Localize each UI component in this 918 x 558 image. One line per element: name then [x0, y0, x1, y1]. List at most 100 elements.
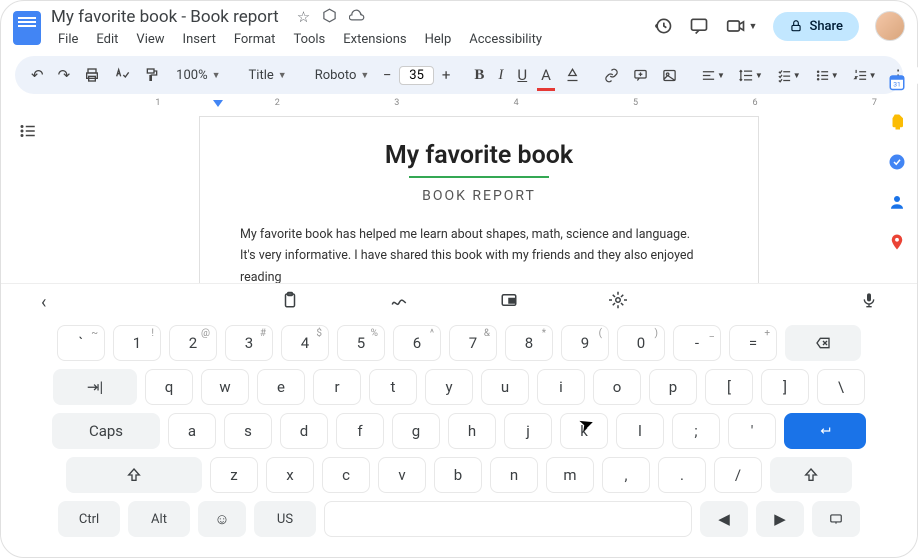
key-\[interactable]: \ [817, 369, 865, 405]
contacts-icon[interactable] [888, 193, 906, 211]
star-icon[interactable]: ☆ [297, 8, 310, 27]
italic-button[interactable]: I [492, 62, 509, 89]
zoom-dropdown[interactable]: 100%▼ [168, 64, 228, 87]
comment-button[interactable] [627, 63, 654, 88]
move-icon[interactable] [322, 8, 337, 27]
key-j[interactable]: j [504, 413, 552, 449]
key-shift-left[interactable] [66, 457, 202, 493]
key-backspace[interactable] [785, 325, 861, 361]
key-right[interactable]: ▶ [756, 501, 804, 537]
key-q[interactable]: q [145, 369, 193, 405]
kb-back-icon[interactable]: ‹ [41, 292, 46, 313]
key-6[interactable]: 6^ [393, 325, 441, 361]
key-1[interactable]: 1! [113, 325, 161, 361]
kb-settings-icon[interactable] [609, 291, 627, 314]
key-;[interactable]: ; [672, 413, 720, 449]
avatar[interactable] [875, 11, 905, 41]
key-][interactable]: ] [761, 369, 809, 405]
key-=[interactable]: =+ [729, 325, 777, 361]
key-o[interactable]: o [593, 369, 641, 405]
line-spacing-button[interactable]: ▼ [733, 63, 769, 88]
key-`[interactable]: `~ [57, 325, 105, 361]
style-dropdown[interactable]: Title▼ [241, 64, 295, 87]
key-a[interactable]: a [168, 413, 216, 449]
key-d[interactable]: d [280, 413, 328, 449]
meet-icon[interactable]: ▼ [725, 16, 758, 36]
key-u[interactable]: u [481, 369, 529, 405]
document-page[interactable]: My favorite book BOOK REPORT My favorite… [199, 116, 759, 286]
key-z[interactable]: z [210, 457, 258, 493]
menu-file[interactable]: File [51, 29, 85, 50]
key-s[interactable]: s [224, 413, 272, 449]
kb-clipboard-icon[interactable] [281, 291, 299, 314]
tasks-icon[interactable] [888, 153, 906, 171]
key-0[interactable]: 0) [617, 325, 665, 361]
link-button[interactable] [598, 63, 625, 88]
bulleted-list-button[interactable]: ▼ [809, 63, 845, 88]
bold-button[interactable]: B [468, 62, 490, 89]
history-icon[interactable] [653, 16, 673, 36]
key-p[interactable]: p [649, 369, 697, 405]
image-button[interactable] [656, 63, 683, 88]
key-ctrl[interactable]: Ctrl [58, 501, 120, 537]
cloud-status-icon[interactable] [349, 8, 366, 27]
redo-button[interactable]: ↷ [52, 61, 77, 89]
key-e[interactable]: e [257, 369, 305, 405]
maps-icon[interactable] [888, 233, 906, 251]
menu-insert[interactable]: Insert [176, 29, 223, 50]
checklist-button[interactable]: ▼ [771, 63, 807, 88]
undo-button[interactable]: ↶ [25, 61, 50, 89]
key-left[interactable]: ◀ [700, 501, 748, 537]
key-lang[interactable]: US [254, 501, 316, 537]
key-,[interactable]: , [602, 457, 650, 493]
document-title[interactable]: My favorite book - Book report [51, 7, 279, 27]
key-/[interactable]: / [714, 457, 762, 493]
menu-edit[interactable]: Edit [89, 29, 125, 50]
key-i[interactable]: i [537, 369, 585, 405]
key-r[interactable]: r [313, 369, 361, 405]
docs-logo-icon[interactable] [13, 11, 41, 45]
key-x[interactable]: x [266, 457, 314, 493]
key-t[interactable]: t [369, 369, 417, 405]
key-n[interactable]: n [490, 457, 538, 493]
key-9[interactable]: 9( [561, 325, 609, 361]
key-8[interactable]: 8* [505, 325, 553, 361]
key-4[interactable]: 4$ [281, 325, 329, 361]
outline-icon[interactable] [19, 125, 37, 144]
key-w[interactable]: w [201, 369, 249, 405]
share-button[interactable]: Share [773, 12, 859, 41]
font-size-input[interactable]: 35 [399, 66, 434, 85]
key-emoji[interactable]: ☺ [198, 501, 246, 537]
key-h[interactable]: h [448, 413, 496, 449]
key-y[interactable]: y [425, 369, 473, 405]
key-7[interactable]: 7& [449, 325, 497, 361]
key-f[interactable]: f [336, 413, 384, 449]
kb-float-icon[interactable] [499, 291, 519, 314]
key-alt[interactable]: Alt [128, 501, 190, 537]
menu-accessibility[interactable]: Accessibility [462, 29, 549, 50]
key-l[interactable]: l [616, 413, 664, 449]
key-c[interactable]: c [322, 457, 370, 493]
comments-icon[interactable] [689, 16, 709, 36]
key-5[interactable]: 5% [337, 325, 385, 361]
key-'[interactable]: ' [728, 413, 776, 449]
key-g[interactable]: g [392, 413, 440, 449]
key--[interactable]: -_ [673, 325, 721, 361]
key-[[interactable]: [ [705, 369, 753, 405]
menu-view[interactable]: View [129, 29, 171, 50]
text-color-button[interactable]: A [535, 61, 557, 89]
menu-format[interactable]: Format [227, 29, 283, 50]
menu-tools[interactable]: Tools [286, 29, 332, 50]
calendar-icon[interactable]: 31 [888, 73, 906, 91]
paint-format-button[interactable] [138, 62, 166, 88]
print-button[interactable] [78, 62, 106, 88]
key-enter[interactable] [784, 413, 866, 449]
menu-extensions[interactable]: Extensions [336, 29, 413, 50]
key-.[interactable]: . [658, 457, 706, 493]
key-3[interactable]: 3# [225, 325, 273, 361]
key-hide-keyboard[interactable] [812, 501, 860, 537]
kb-handwriting-icon[interactable] [389, 291, 409, 314]
kb-mic-icon[interactable] [861, 290, 877, 315]
menu-help[interactable]: Help [418, 29, 459, 50]
key-shift-right[interactable] [770, 457, 852, 493]
